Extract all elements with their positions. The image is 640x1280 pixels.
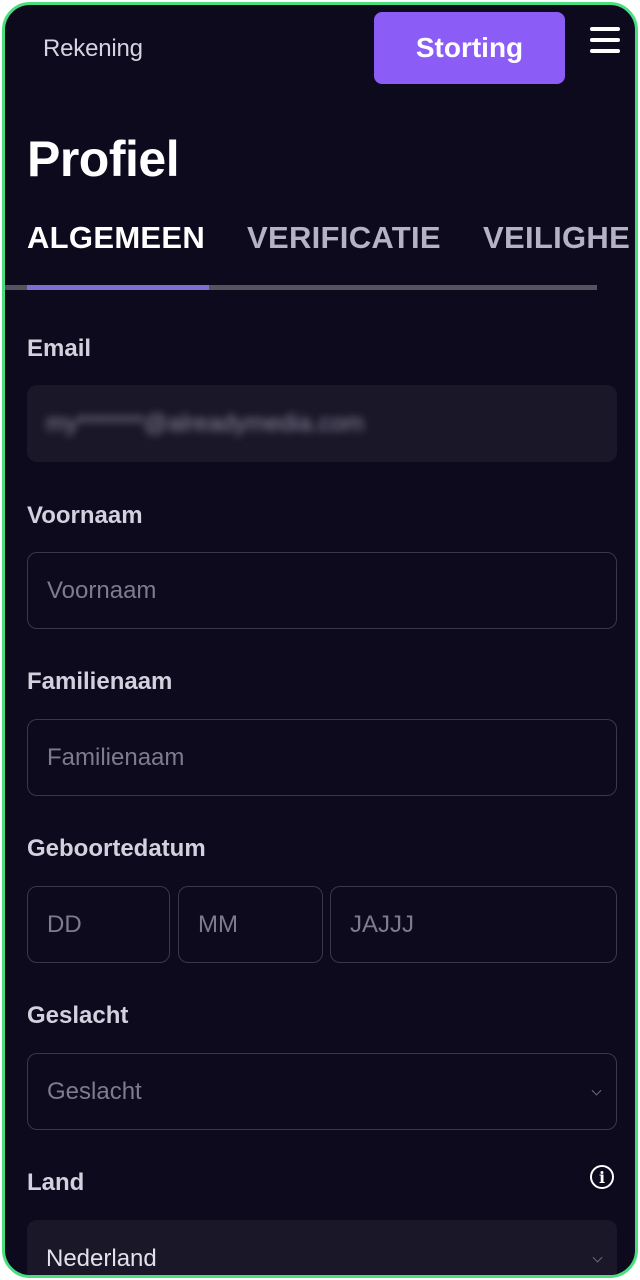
email-field: my*******@alreadymedia.com [27, 385, 617, 462]
first-name-placeholder: Voornaam [47, 576, 157, 604]
tab-verification[interactable]: VERIFICATIE [247, 220, 441, 256]
tab-security[interactable]: VEILIGHE [483, 220, 630, 256]
birth-date-label: Geboortedatum [27, 835, 206, 862]
email-label: Email [27, 335, 92, 362]
chevron-down-icon [592, 1252, 603, 1263]
birth-year-field[interactable]: JAJJJ [330, 886, 617, 963]
birth-month-placeholder: MM [198, 910, 238, 938]
account-link[interactable]: Rekening [43, 35, 143, 63]
info-icon[interactable]: i [590, 1165, 614, 1189]
first-name-label: Voornaam [27, 502, 143, 529]
birth-month-field[interactable]: MM [178, 886, 323, 963]
country-select[interactable]: Nederland [27, 1220, 617, 1275]
country-value: Nederland [46, 1244, 157, 1272]
email-value: my*******@alreadymedia.com [46, 409, 364, 437]
first-name-field[interactable]: Voornaam [27, 552, 617, 629]
tab-general[interactable]: ALGEMEEN [27, 220, 205, 256]
birth-year-placeholder: JAJJJ [350, 910, 415, 938]
hamburger-menu-icon[interactable] [590, 27, 620, 57]
top-header: Rekening Storting [5, 5, 635, 105]
country-label: Land [27, 1169, 85, 1196]
last-name-placeholder: Familienaam [47, 743, 185, 771]
gender-select[interactable]: Geslacht [27, 1053, 617, 1130]
page-title: Profiel [27, 131, 180, 187]
active-tab-indicator [27, 285, 209, 290]
chevron-down-icon [591, 1085, 602, 1096]
last-name-field[interactable]: Familienaam [27, 719, 617, 796]
birth-day-placeholder: DD [47, 910, 82, 938]
gender-label: Geslacht [27, 1002, 129, 1029]
app-frame: Rekening Storting Profiel ALGEMEEN VERIF… [2, 2, 638, 1278]
gender-placeholder: Geslacht [47, 1077, 142, 1105]
deposit-button[interactable]: Storting [374, 12, 565, 84]
profile-tabs: ALGEMEEN VERIFICATIE VEILIGHE [5, 215, 635, 291]
last-name-label: Familienaam [27, 668, 173, 695]
birth-day-field[interactable]: DD [27, 886, 170, 963]
